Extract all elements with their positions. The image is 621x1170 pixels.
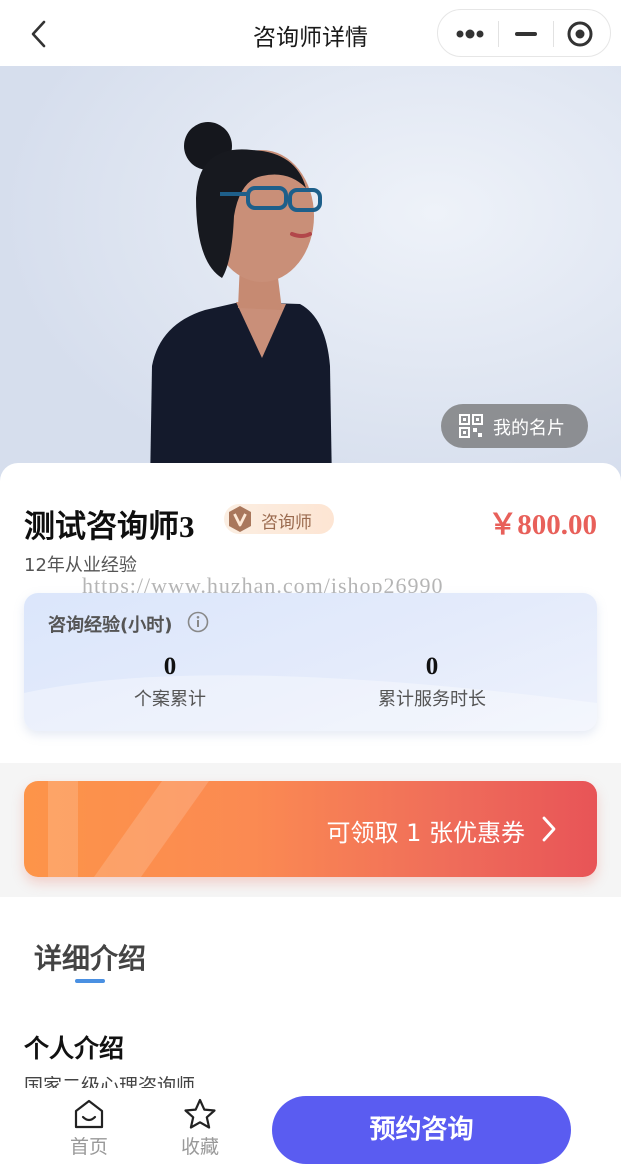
stat-value: 0 [163,653,177,680]
section-title: 个人介绍 [24,1034,125,1063]
star-icon [165,1098,235,1130]
role-badge-label: 咨询师 [261,513,312,533]
minimize-icon[interactable] [499,10,553,58]
coupon-banner[interactable]: 可领取 1 张优惠券 [24,781,597,877]
more-dots-icon[interactable] [438,10,498,58]
price: ￥800.00 [488,509,597,541]
mini-program-capsule [437,9,611,57]
role-badge: 咨询师 [224,504,334,534]
bottom-action-bar: 首页 收藏 预约咨询 [0,1088,621,1170]
tab-home[interactable]: 首页 [54,1098,124,1159]
my-card-label: 我的名片 [493,418,565,439]
stat-label: 累计服务时长 [378,689,486,710]
stat-value: 0 [425,653,439,680]
coupon-section: 可领取 1 张优惠券 [0,763,621,897]
info-circle-icon[interactable] [187,611,209,633]
home-icon [54,1098,124,1130]
tab-home-label: 首页 [69,1136,108,1158]
stat-service-hours: 0 累计服务时长 [312,653,552,711]
stats-title: 咨询经验(小时) [48,615,173,636]
counselor-photo: 我的名片 [0,66,621,486]
tab-details[interactable]: 详细介绍 [34,937,146,977]
nav-bar: 咨询师详情 [0,0,621,66]
tab-active-indicator [75,979,105,983]
chevron-right-icon [539,815,559,843]
tab-favorite[interactable]: 收藏 [165,1098,235,1159]
coupon-text: 可领取 1 张优惠券 [326,819,525,847]
coupon-deco-shape [48,781,209,877]
target-circle-icon[interactable] [554,10,612,58]
qrcode-icon [459,414,483,438]
book-consultation-button[interactable]: 预约咨询 [272,1096,571,1164]
consult-stats-card: 咨询经验(小时) 0 个案累计 0 累计服务时长 [24,593,597,731]
counselor-name: 测试咨询师3 [24,509,195,544]
stat-label: 个案累计 [134,689,206,710]
stat-case-total: 0 个案累计 [50,653,290,711]
v-badge-icon [226,504,254,534]
counselor-info-card: 测试咨询师3 咨询师 ￥800.00 12年从业经验 https://www.h… [0,463,621,763]
tab-favorite-label: 收藏 [180,1136,219,1158]
my-card-button[interactable]: 我的名片 [441,404,588,448]
